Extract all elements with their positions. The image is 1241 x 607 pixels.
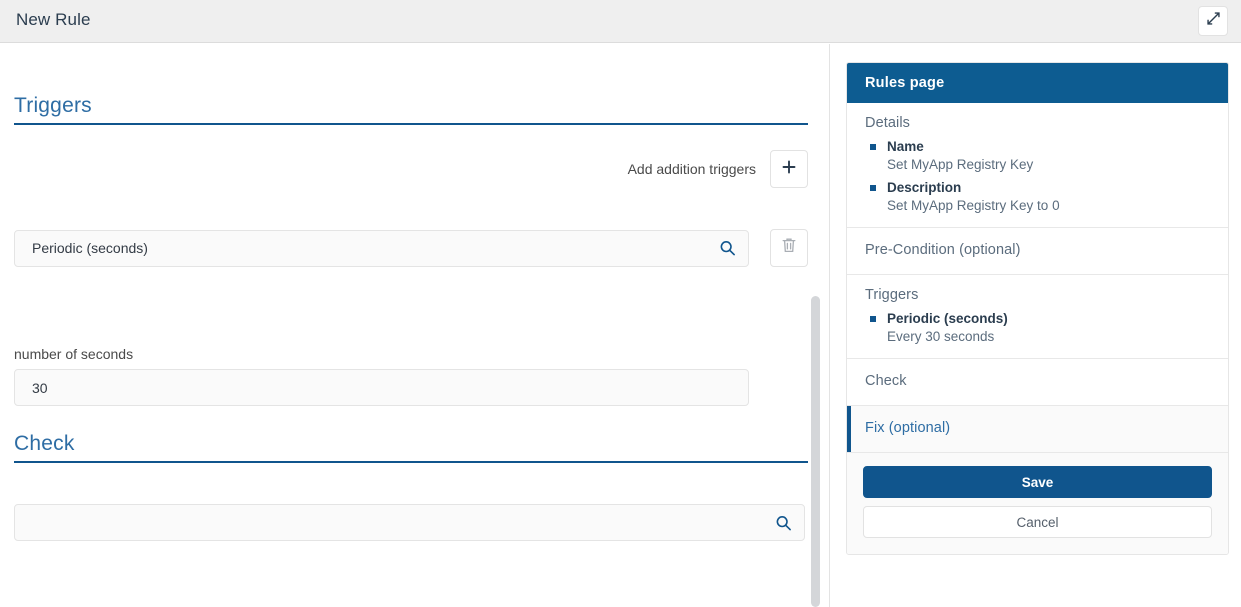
- search-icon[interactable]: [775, 514, 792, 531]
- summary-panel-title: Rules page: [865, 75, 945, 91]
- summary-panel-footer: Save Cancel: [847, 453, 1228, 554]
- seconds-field-label: number of seconds: [14, 346, 134, 362]
- summary-item-value: Every 30 seconds: [887, 329, 995, 344]
- trigger-type-value: Periodic (seconds): [32, 240, 148, 256]
- trash-icon: [781, 237, 797, 259]
- summary-item-key: Description: [865, 180, 1210, 195]
- rule-form-panel: Triggers Add addition triggers Periodic …: [0, 44, 830, 607]
- delete-trigger-button[interactable]: [770, 229, 808, 267]
- check-heading: Check: [14, 432, 75, 455]
- summary-section-title: Fix (optional): [865, 420, 951, 436]
- summary-section-title: Details: [865, 115, 911, 131]
- cancel-button[interactable]: Cancel: [863, 506, 1212, 538]
- summary-item: Name Set MyApp Registry Key: [865, 139, 1210, 172]
- rules-summary-panel: Rules page Details Name Set MyApp Regist…: [846, 62, 1229, 555]
- plus-icon: [781, 159, 797, 180]
- summary-section-title: Triggers: [865, 287, 919, 303]
- summary-section-check[interactable]: Check: [847, 359, 1228, 406]
- summary-item-value: Set MyApp Registry Key to 0: [887, 198, 1060, 213]
- check-type-input[interactable]: [14, 504, 805, 541]
- summary-item: Description Set MyApp Registry Key to 0: [865, 180, 1210, 213]
- seconds-input[interactable]: 30: [14, 369, 749, 406]
- summary-section-details[interactable]: Details Name Set MyApp Registry Key Desc…: [847, 103, 1228, 228]
- expand-diagonal-icon: [1206, 11, 1221, 31]
- check-section-header: Check: [14, 432, 808, 463]
- search-icon[interactable]: [719, 240, 736, 257]
- add-triggers-row: Add addition triggers: [14, 149, 808, 189]
- triggers-heading: Triggers: [14, 94, 92, 117]
- window-titlebar: New Rule: [0, 0, 1241, 43]
- form-scrollbar-thumb[interactable]: [811, 296, 820, 607]
- summary-item-value: Set MyApp Registry Key: [887, 157, 1034, 172]
- summary-item-key: Name: [865, 139, 1210, 154]
- add-trigger-button[interactable]: [770, 150, 808, 188]
- trigger-type-input[interactable]: Periodic (seconds): [14, 229, 749, 267]
- summary-section-title: Pre-Condition (optional): [865, 242, 1021, 258]
- form-scrollbar[interactable]: [811, 44, 820, 607]
- summary-item: Periodic (seconds) Every 30 seconds: [865, 311, 1210, 344]
- summary-section-triggers[interactable]: Triggers Periodic (seconds) Every 30 sec…: [847, 275, 1228, 359]
- summary-section-fix[interactable]: Fix (optional): [847, 406, 1228, 453]
- page-title: New Rule: [16, 10, 91, 29]
- expand-button[interactable]: [1198, 6, 1228, 36]
- save-button[interactable]: Save: [863, 466, 1212, 498]
- summary-section-pre-condition[interactable]: Pre-Condition (optional): [847, 228, 1228, 275]
- triggers-section-header: Triggers: [14, 94, 808, 125]
- summary-panel-header: Rules page: [847, 63, 1228, 103]
- trigger-row: Periodic (seconds): [14, 229, 808, 267]
- add-triggers-label: Add addition triggers: [627, 161, 756, 177]
- summary-item-key: Periodic (seconds): [865, 311, 1210, 326]
- summary-section-title: Check: [865, 373, 907, 389]
